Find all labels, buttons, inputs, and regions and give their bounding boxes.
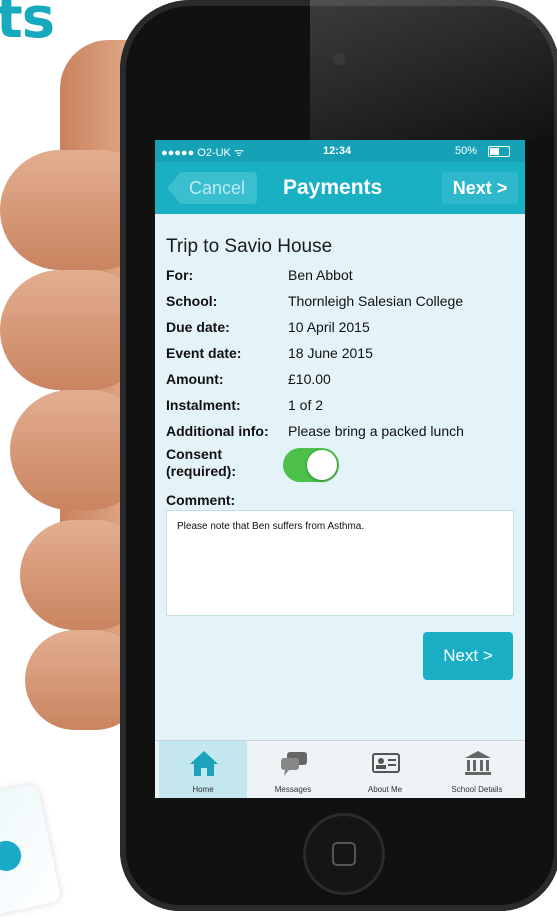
home-icon (190, 751, 218, 776)
tab-label: School Details (451, 785, 503, 794)
tab-bar: Home Messages About Me School Details (155, 740, 525, 798)
status-bar: ●●●●● O2-UK ᯤ 12:34 50% (155, 140, 525, 162)
comment-label: Comment: (166, 492, 236, 508)
tab-label: Home (192, 785, 214, 794)
detail-label: Due date: (166, 319, 230, 335)
detail-label: School: (166, 293, 218, 309)
toggle-knob (307, 450, 337, 480)
status-time: 12:34 (323, 145, 352, 157)
consent-label: Consent (required): (166, 446, 236, 479)
next-button-top[interactable]: Next > (442, 172, 518, 204)
comment-textarea[interactable]: Please note that Ben suffers from Asthma… (166, 510, 514, 616)
phone-glare (310, 0, 557, 140)
trip-title: Trip to Savio House (166, 236, 333, 257)
page-title: Payments (283, 176, 383, 199)
cancel-button[interactable]: Cancel (167, 172, 258, 204)
tab-about-me[interactable]: About Me (341, 741, 429, 798)
brand-logo-fragment: ts (0, 0, 55, 51)
detail-value: £10.00 (288, 371, 331, 387)
tab-home[interactable]: Home (159, 741, 247, 798)
phone-home-button[interactable] (303, 813, 385, 895)
tab-school-details[interactable]: School Details (433, 741, 521, 798)
consent-toggle[interactable] (283, 448, 339, 482)
navigation-bar: Cancel Payments Next > (155, 162, 525, 214)
home-button-square-icon (332, 842, 356, 866)
detail-value: Ben Abbot (288, 267, 353, 283)
corner-logo-decoration (0, 782, 62, 917)
comment-text: Please note that Ben suffers from Asthma… (177, 521, 365, 532)
carrier-label: ●●●●● O2-UK ᯤ (161, 147, 244, 159)
messages-icon (281, 752, 307, 776)
detail-value: 1 of 2 (288, 397, 324, 413)
detail-value: 10 April 2015 (288, 319, 370, 335)
tab-messages[interactable]: Messages (249, 741, 337, 798)
front-camera (333, 53, 345, 65)
battery-icon (488, 146, 510, 157)
tab-label: About Me (367, 785, 403, 794)
detail-value: Thornleigh Salesian College (288, 293, 464, 309)
payment-details-panel: Trip to Savio House For: Ben Abbot Schoo… (155, 214, 525, 740)
detail-value: Please bring a packed lunch (288, 423, 464, 439)
detail-label: Instalment: (166, 397, 241, 413)
detail-label: Event date: (166, 345, 242, 361)
logo-dot-icon (0, 838, 24, 874)
id-card-icon (372, 753, 400, 773)
next-button[interactable]: Next > (423, 632, 513, 680)
detail-label: Additional info: (166, 423, 269, 439)
battery-percentage: 50% (455, 145, 478, 157)
detail-label: Amount: (166, 371, 224, 387)
school-building-icon (465, 751, 491, 775)
tab-label: Messages (274, 785, 312, 794)
detail-label: For: (166, 267, 194, 283)
phone-screen: ●●●●● O2-UK ᯤ 12:34 50% Cancel Payments … (155, 140, 525, 798)
detail-value: 18 June 2015 (288, 345, 373, 361)
